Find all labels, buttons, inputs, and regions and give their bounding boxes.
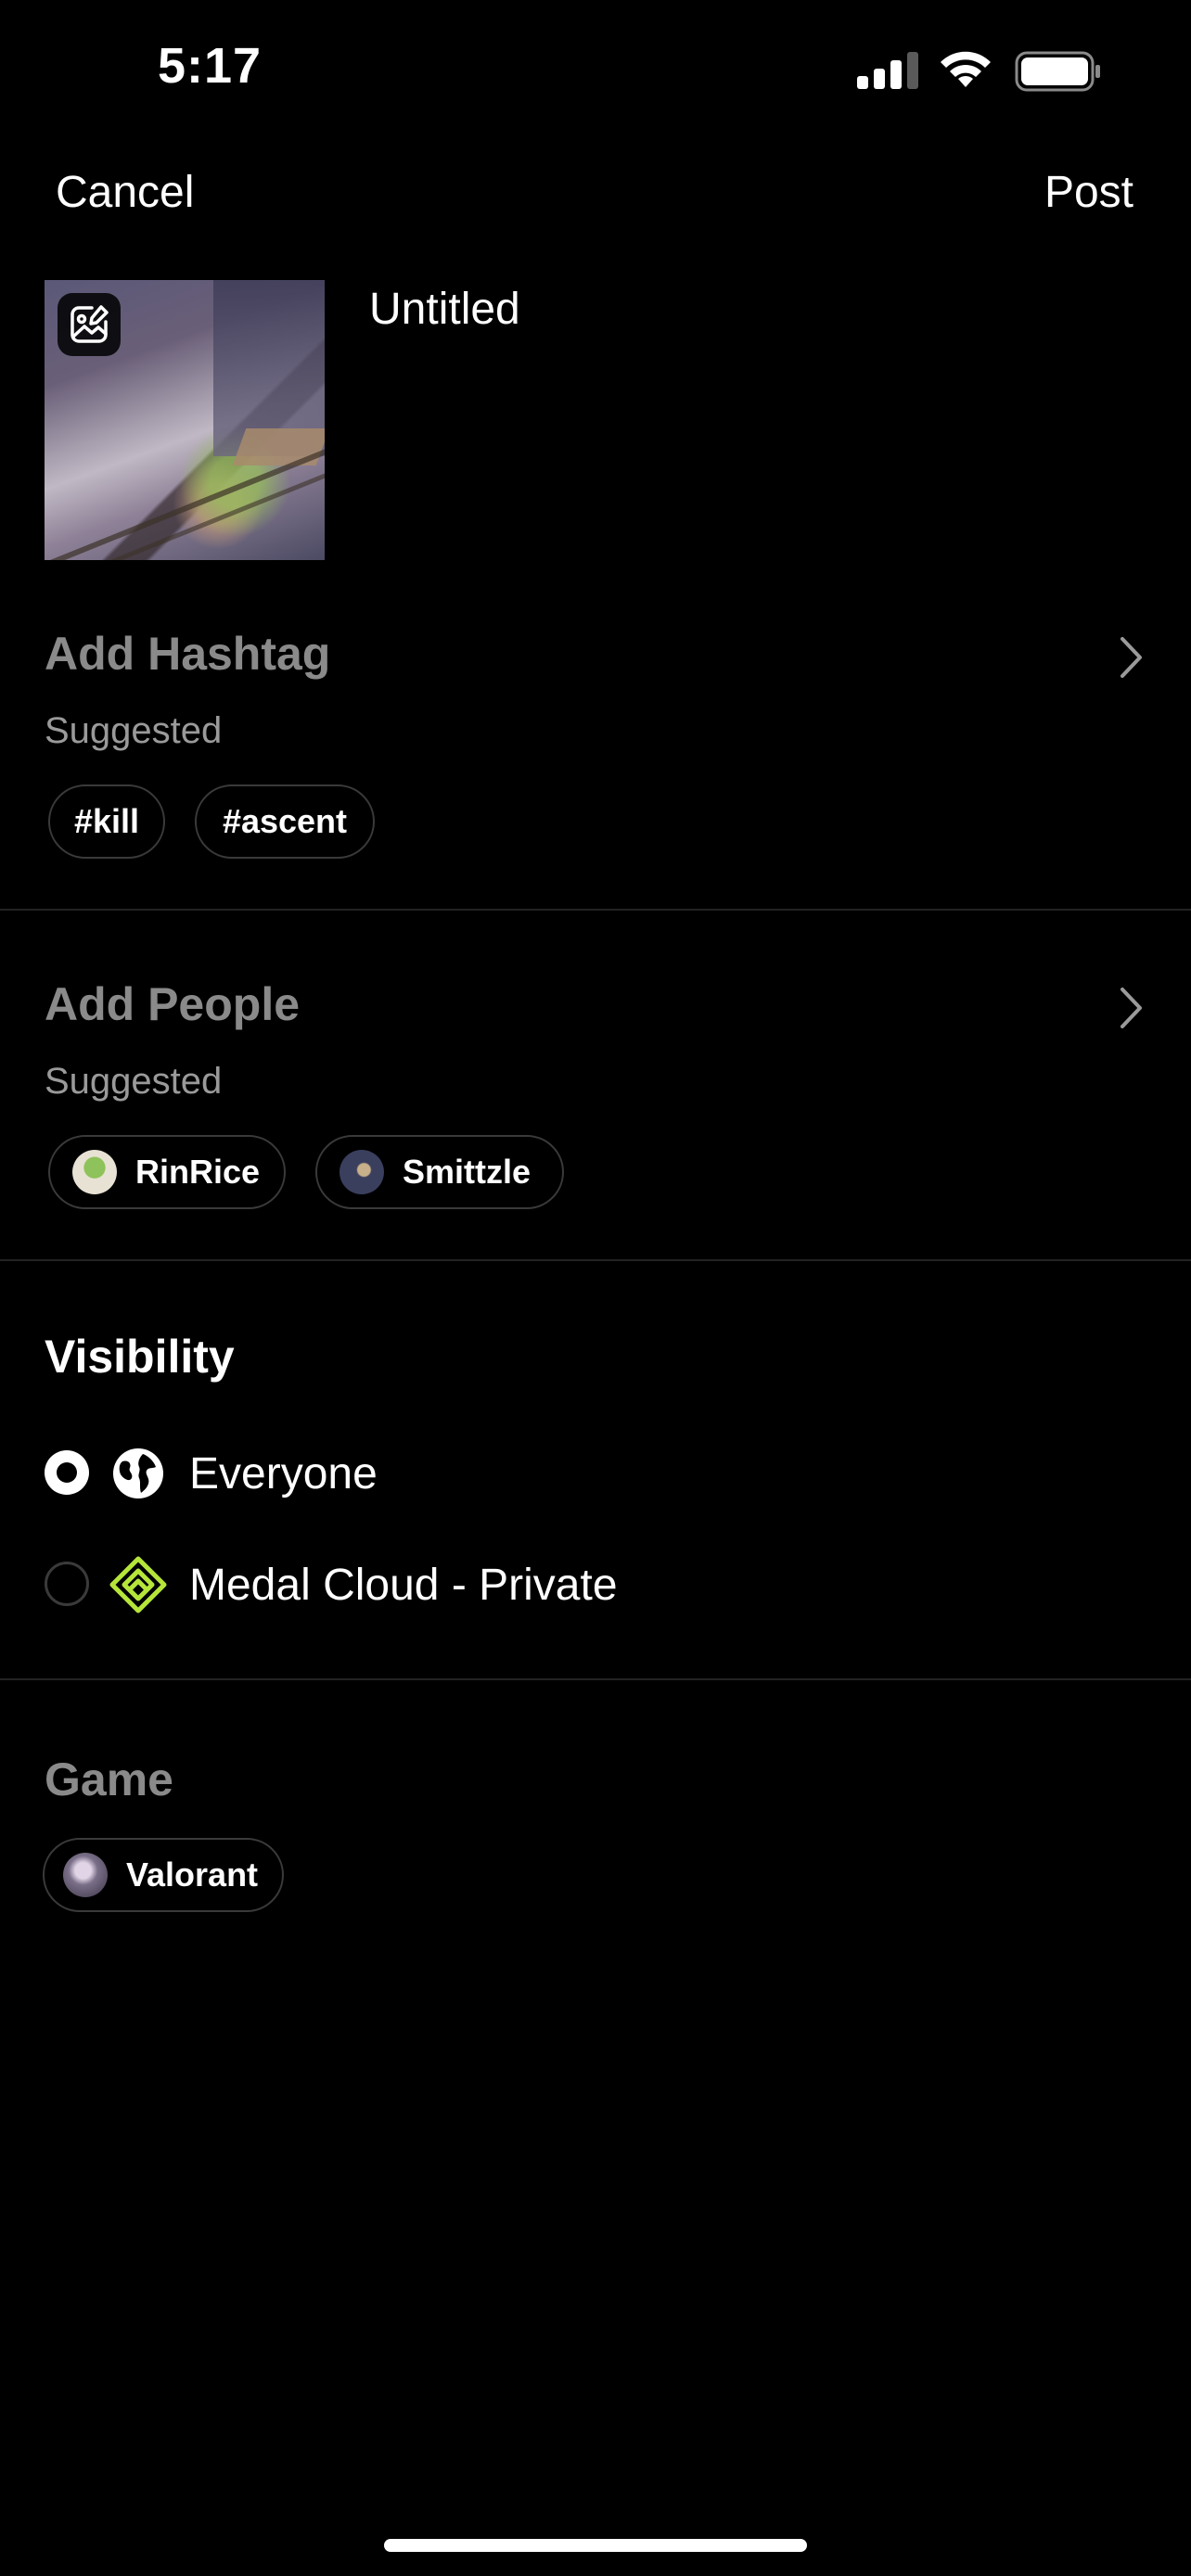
hashtag-suggested-label: Suggested bbox=[45, 710, 223, 751]
wifi-icon bbox=[941, 51, 991, 87]
section-divider bbox=[0, 909, 1191, 911]
add-hashtag-heading[interactable]: Add Hashtag bbox=[45, 627, 330, 681]
person-chip[interactable]: RinRice bbox=[48, 1135, 286, 1209]
add-hashtag-chevron-icon[interactable] bbox=[1118, 634, 1146, 681]
people-suggested-label: Suggested bbox=[45, 1061, 223, 1102]
visibility-everyone-label[interactable]: Everyone bbox=[189, 1448, 378, 1499]
game-chip-label: Valorant bbox=[126, 1855, 259, 1894]
game-avatar bbox=[63, 1853, 108, 1897]
avatar bbox=[72, 1150, 117, 1194]
game-chip[interactable]: Valorant bbox=[43, 1838, 284, 1912]
home-indicator[interactable] bbox=[384, 2539, 807, 2552]
hashtag-chip-label: #kill bbox=[73, 802, 140, 840]
visibility-private-label[interactable]: Medal Cloud - Private bbox=[189, 1560, 618, 1611]
hashtag-chip[interactable]: #ascent bbox=[195, 784, 375, 859]
add-people-chevron-icon[interactable] bbox=[1118, 985, 1146, 1031]
battery-icon bbox=[1015, 51, 1100, 92]
section-divider bbox=[0, 1259, 1191, 1261]
visibility-heading: Visibility bbox=[45, 1331, 235, 1383]
visibility-everyone-radio[interactable] bbox=[45, 1450, 89, 1495]
person-chip-label: Smittzle bbox=[403, 1153, 531, 1191]
edit-thumbnail-icon[interactable] bbox=[58, 293, 121, 356]
post-button[interactable]: Post bbox=[1044, 167, 1133, 218]
avatar bbox=[339, 1150, 384, 1194]
person-chip[interactable]: Smittzle bbox=[315, 1135, 564, 1209]
add-people-heading[interactable]: Add People bbox=[45, 977, 300, 1031]
hashtag-chip-label: #ascent bbox=[222, 802, 348, 840]
section-divider bbox=[0, 1678, 1191, 1680]
person-chip-label: RinRice bbox=[135, 1153, 261, 1191]
clip-title-input[interactable]: Untitled bbox=[369, 284, 520, 335]
game-heading: Game bbox=[45, 1753, 173, 1805]
globe-icon bbox=[113, 1448, 163, 1498]
status-time: 5:17 bbox=[158, 38, 263, 94]
cellular-signal-icon bbox=[857, 52, 918, 89]
hashtag-chip[interactable]: #kill bbox=[48, 784, 165, 859]
cancel-button[interactable]: Cancel bbox=[56, 167, 194, 218]
medal-cloud-icon bbox=[109, 1556, 167, 1613]
visibility-private-radio[interactable] bbox=[45, 1562, 89, 1606]
